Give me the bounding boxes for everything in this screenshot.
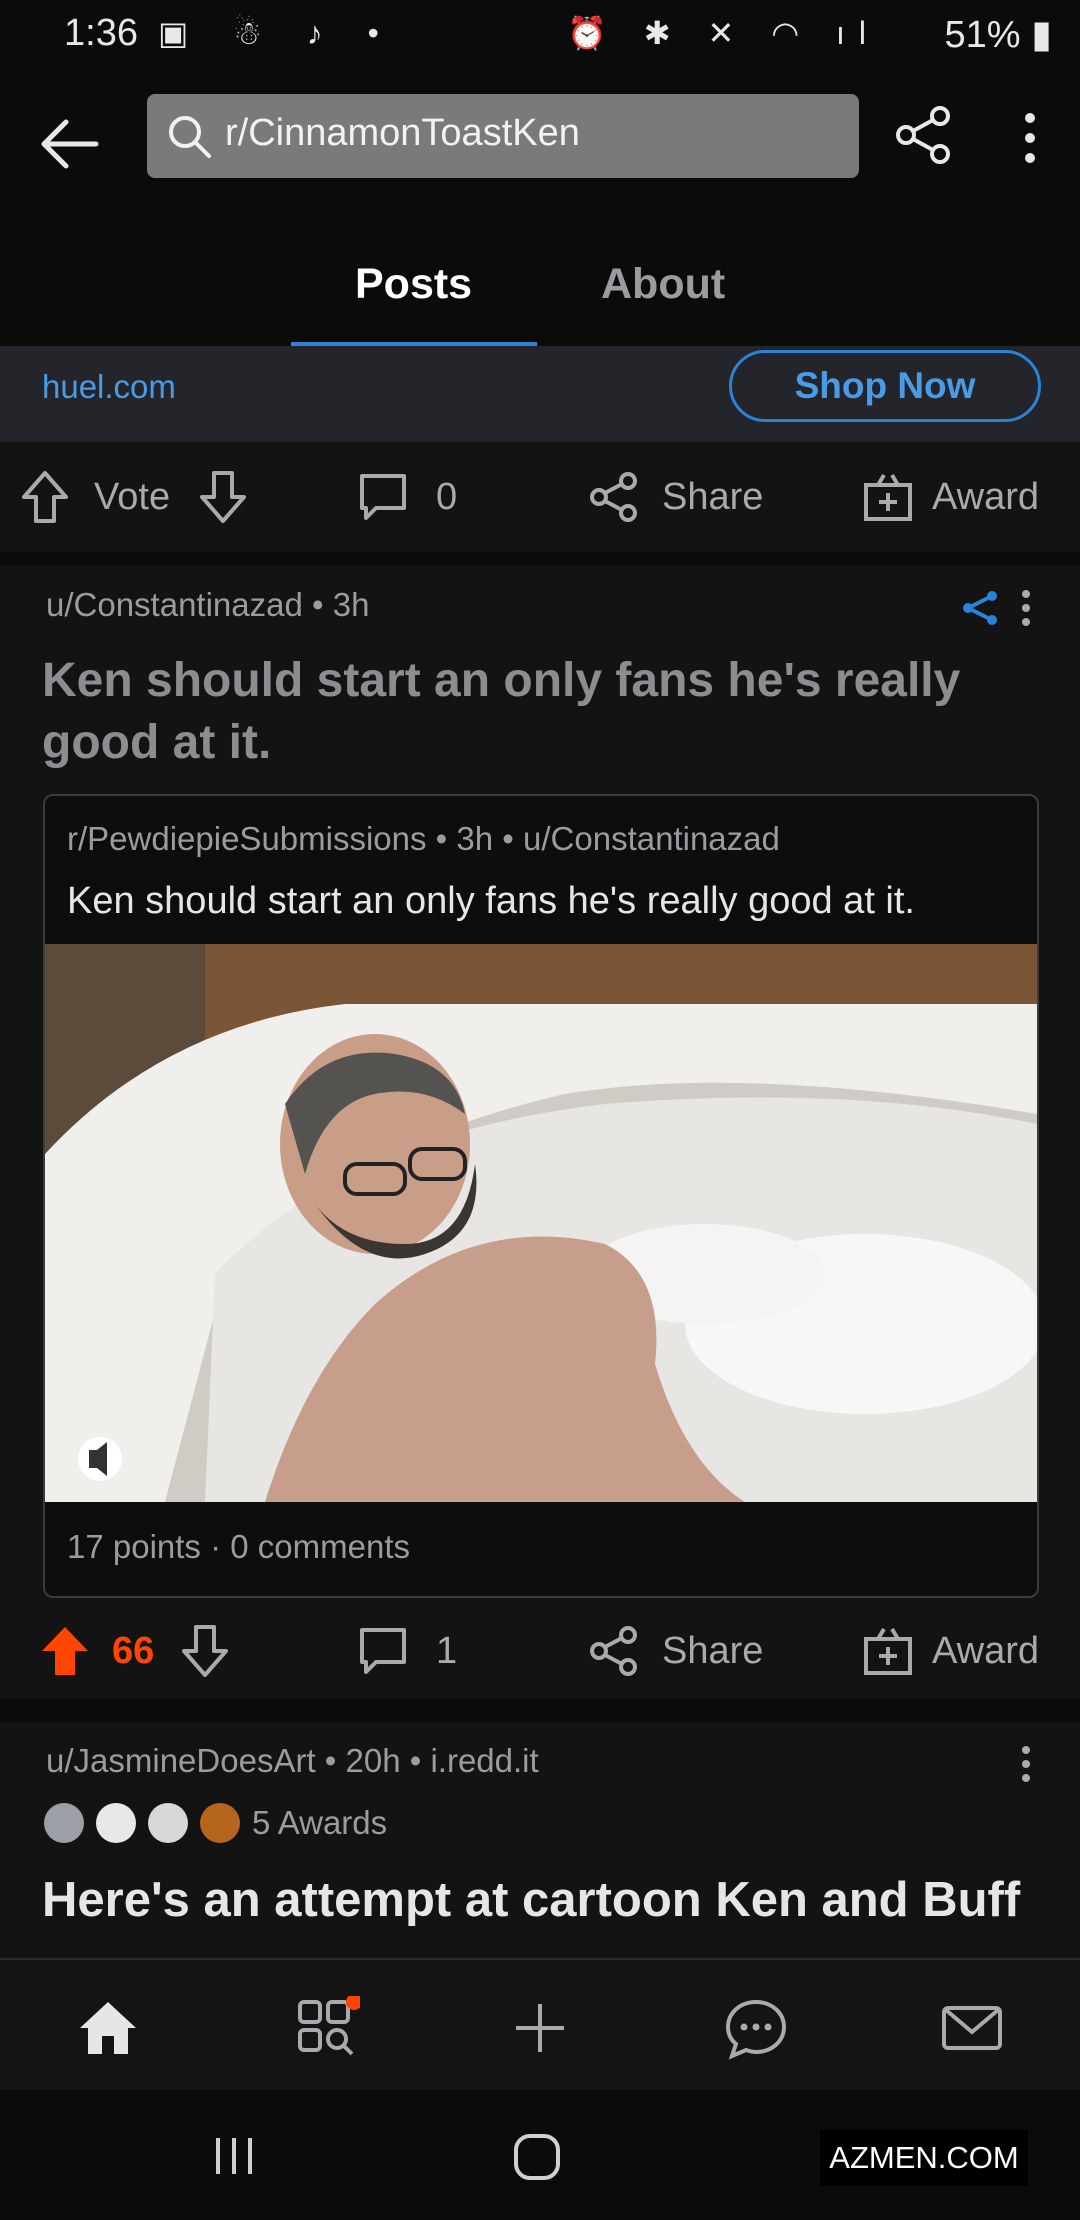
chat-icon[interactable] [724, 1996, 788, 2060]
bottom-navigation [0, 1958, 1080, 2092]
award-button[interactable]: Award [862, 1596, 1039, 1706]
subreddit-tabs: Posts About [0, 210, 1080, 346]
post2-awards[interactable]: 5 Awards [44, 1798, 387, 1848]
post-meta: u/Constantinazad • 3h [46, 586, 370, 623]
downvote-icon [182, 1625, 228, 1677]
ad-comments-button[interactable]: 0 [356, 442, 457, 552]
create-post-icon[interactable] [508, 1996, 572, 2060]
system-navigation-bar: AZMEN.COM [0, 2090, 1080, 2220]
post-card-2[interactable]: u/JasmineDoesArt • 20h • i.redd.it 5 Awa… [0, 1722, 1080, 1958]
comments-button[interactable]: 1 [356, 1596, 457, 1706]
notification-icons: ▣ ☃ ♪ • [158, 15, 397, 51]
award-icon [44, 1803, 84, 1843]
share-button[interactable]: Share [588, 1596, 763, 1706]
crosspost-icon [960, 588, 1000, 633]
top-app-bar: r/CinnamonToastKen [0, 70, 1080, 210]
comment-count: 1 [436, 1629, 458, 1672]
share-label: Share [662, 1629, 764, 1672]
shop-now-button[interactable]: Shop Now [729, 350, 1041, 422]
crosspost-stats: 17 points · 0 comments [67, 1528, 410, 1565]
more-options-icon[interactable] [1010, 108, 1050, 168]
award-gift-icon [864, 1627, 912, 1675]
post-age: 3h [332, 586, 370, 623]
ad-downvote-button[interactable] [198, 442, 248, 552]
post2-author[interactable]: u/JasmineDoesArt [46, 1742, 316, 1779]
tab-posts[interactable]: Posts [355, 260, 472, 309]
awards-count: 5 Awards [252, 1804, 388, 1841]
vote-score: 66 [112, 1629, 155, 1672]
award-icon [96, 1803, 136, 1843]
home-button-icon[interactable] [512, 2132, 562, 2187]
ad-action-bar: Vote 0 Share Award [0, 442, 1080, 552]
search-text: r/CinnamonToastKen [225, 112, 580, 154]
comment-count: 0 [436, 475, 458, 518]
crosspost-age: 3h [456, 820, 494, 857]
award-icon [200, 1803, 240, 1843]
ad-domain-link[interactable]: huel.com [42, 368, 176, 406]
share-icon[interactable] [892, 104, 954, 166]
crosspost-title: Ken should start an only fans he's reall… [67, 880, 915, 922]
upvote-button[interactable] [38, 1596, 92, 1706]
ad-award-button[interactable]: Award [862, 442, 1039, 552]
search-bar[interactable]: r/CinnamonToastKen [147, 94, 859, 178]
post-more-options-icon[interactable] [1016, 588, 1036, 633]
comment-icon [360, 474, 406, 520]
crosspost-meta: r/PewdiepieSubmissions • 3h • u/Constant… [67, 820, 780, 857]
award-icon [148, 1803, 188, 1843]
post-author[interactable]: u/Constantinazad [46, 586, 303, 623]
ad-share-button[interactable]: Share [588, 442, 763, 552]
post-action-bar: 66 1 Share Award [0, 1596, 1080, 1706]
back-arrow-icon[interactable] [36, 114, 106, 174]
status-time: 1:36 [64, 12, 138, 54]
post-card[interactable]: u/Constantinazad • 3h Ken should start a… [0, 566, 1080, 1698]
crosspost-card[interactable]: r/PewdiepieSubmissions • 3h • u/Constant… [43, 794, 1039, 1598]
comment-icon [360, 1628, 406, 1674]
award-label: Award [932, 475, 1040, 518]
post2-title[interactable]: Here's an attempt at cartoon Ken and Buf… [42, 1872, 1020, 1928]
post2-domain[interactable]: i.redd.it [430, 1742, 538, 1779]
video-player[interactable] [45, 944, 1037, 1502]
award-label: Award [932, 1629, 1040, 1672]
vote-label: Vote [94, 475, 171, 518]
crosspost-author[interactable]: u/Constantinazad [523, 820, 780, 857]
search-icon [165, 112, 215, 162]
share-label: Share [662, 475, 764, 518]
share-icon [590, 1626, 637, 1676]
ad-banner: huel.com Shop Now [0, 346, 1080, 442]
ad-upvote-button[interactable] [20, 442, 70, 552]
inbox-icon[interactable] [940, 1996, 1004, 2060]
system-icons: ⏰ ✱ ✕ ◠ ıl [567, 15, 880, 51]
post2-more-options-icon[interactable] [1016, 1744, 1036, 1789]
crosspost-subreddit[interactable]: r/PewdiepieSubmissions [67, 820, 427, 857]
recent-apps-icon[interactable] [212, 2134, 256, 2183]
upvote-icon [22, 471, 68, 523]
share-icon [590, 472, 637, 522]
upvote-icon [42, 1627, 88, 1675]
post-title[interactable]: Ken should start an only fans he's reall… [42, 650, 1002, 774]
downvote-button[interactable] [180, 1596, 230, 1706]
downvote-icon [200, 471, 246, 523]
watermark: AZMEN.COM [820, 2130, 1028, 2186]
status-bar: 1:36 ▣ ☃ ♪ • ⏰ ✱ ✕ ◠ ıl 51% ▮ [0, 0, 1080, 70]
home-icon[interactable] [76, 1996, 140, 2060]
battery-indicator: 51% ▮ [944, 14, 1052, 56]
video-frame [45, 944, 1037, 1502]
discover-icon[interactable] [296, 1994, 362, 2060]
award-gift-icon [864, 473, 912, 521]
post2-age: 20h [345, 1742, 401, 1779]
tab-about[interactable]: About [601, 260, 725, 309]
post2-meta: u/JasmineDoesArt • 20h • i.redd.it [46, 1742, 539, 1779]
